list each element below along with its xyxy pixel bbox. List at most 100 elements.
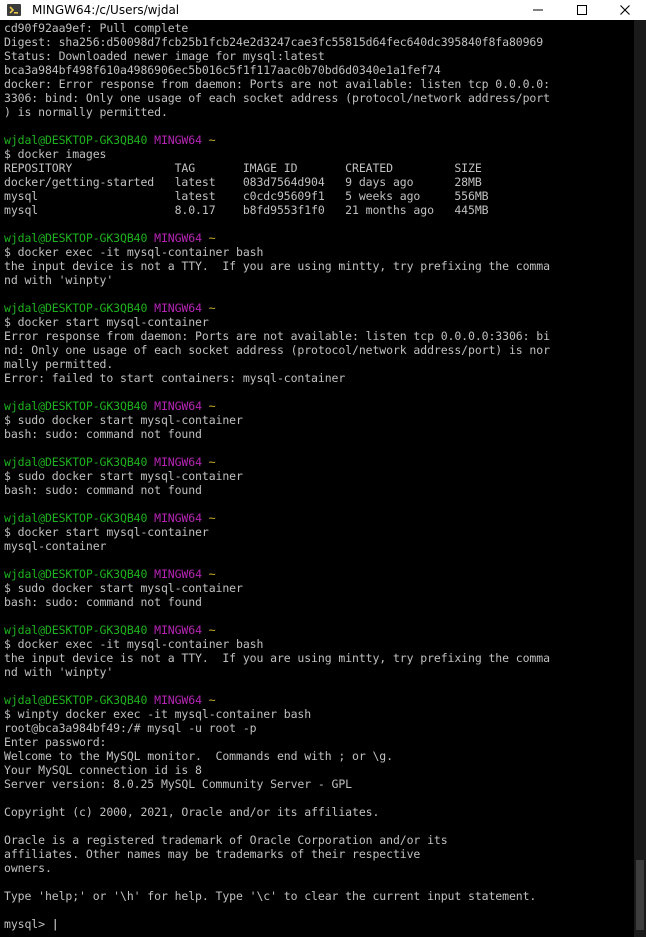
prompt-system: MINGW64 — [154, 301, 202, 315]
output-line: nd: Only one usage of each socket addres… — [4, 343, 550, 357]
prompt-user-host: wjdal@DESKTOP-GK3QB40 — [4, 511, 148, 525]
prompt-path: ~ — [208, 133, 216, 147]
output-line: root@bca3a984bf49:/# mysql -u root -p — [4, 721, 257, 735]
title-bar[interactable]: MINGW64:/c/Users/wjdal — [0, 0, 646, 20]
output-line: $ sudo docker start mysql-container — [4, 581, 243, 595]
maximize-button[interactable] — [560, 0, 604, 20]
prompt-system: MINGW64 — [154, 623, 202, 637]
output-line: the input device is not a TTY. If you ar… — [4, 651, 550, 665]
prompt-line: wjdal@DESKTOP-GK3QB40 MINGW64 ~ — [4, 231, 634, 245]
mysql-prompt: mysql> — [4, 917, 52, 931]
output-line: Server version: 8.0.25 MySQL Community S… — [4, 777, 353, 791]
minimize-icon — [533, 9, 543, 11]
prompt-line: wjdal@DESKTOP-GK3QB40 MINGW64 ~ — [4, 301, 634, 315]
output-line: bash: sudo: command not found — [4, 483, 202, 497]
prompt-line: wjdal@DESKTOP-GK3QB40 MINGW64 ~ — [4, 133, 634, 147]
output-line: Type 'help;' or '\h' for help. Type '\c'… — [4, 889, 537, 903]
prompt-system: MINGW64 — [154, 231, 202, 245]
maximize-icon — [577, 5, 587, 15]
prompt-user-host: wjdal@DESKTOP-GK3QB40 — [4, 693, 148, 707]
output-line: bash: sudo: command not found — [4, 595, 202, 609]
output-line: affiliates. Other names may be trademark… — [4, 847, 421, 861]
prompt-user-host: wjdal@DESKTOP-GK3QB40 — [4, 301, 148, 315]
prompt-path: ~ — [208, 455, 216, 469]
output-line: docker/getting-started latest 083d7564d9… — [4, 175, 482, 189]
output-line: docker: Error response from daemon: Port… — [4, 77, 550, 91]
output-line: owners. — [4, 861, 52, 875]
output-line: $ docker images — [4, 147, 107, 161]
output-line: Digest: sha256:d50098d7fcb25b1fcb24e2d32… — [4, 35, 544, 49]
output-line: mysql latest c0cdc95609f1 5 weeks ago 55… — [4, 189, 489, 203]
output-line: nd with 'winpty' — [4, 273, 114, 287]
output-line: the input device is not a TTY. If you ar… — [4, 259, 550, 273]
text-cursor: | — [51, 917, 59, 931]
close-icon — [620, 5, 630, 15]
prompt-path: ~ — [208, 693, 216, 707]
prompt-system: MINGW64 — [154, 399, 202, 413]
prompt-system: MINGW64 — [154, 133, 202, 147]
output-line: cd90f92aa9ef: Pull complete — [4, 21, 189, 35]
prompt-line: wjdal@DESKTOP-GK3QB40 MINGW64 ~ — [4, 511, 634, 525]
output-line: mysql-container — [4, 539, 107, 553]
output-line: $ sudo docker start mysql-container — [4, 413, 243, 427]
prompt-path: ~ — [208, 399, 216, 413]
output-line: Enter password: — [4, 735, 107, 749]
prompt-system: MINGW64 — [154, 567, 202, 581]
terminal-lines: cd90f92aa9ef: Pull complete Digest: sha25… — [4, 21, 634, 931]
output-line: $ docker exec -it mysql-container bash — [4, 245, 264, 259]
output-line: Copyright (c) 2000, 2021, Oracle and/or … — [4, 805, 380, 819]
prompt-user-host: wjdal@DESKTOP-GK3QB40 — [4, 623, 148, 637]
prompt-line: wjdal@DESKTOP-GK3QB40 MINGW64 ~ — [4, 623, 634, 637]
scrollbar-thumb[interactable] — [636, 860, 644, 930]
output-line: mally permitted. — [4, 357, 114, 371]
output-line: $ docker exec -it mysql-container bash — [4, 637, 264, 651]
prompt-path: ~ — [208, 567, 216, 581]
prompt-path: ~ — [208, 623, 216, 637]
terminal-output[interactable]: cd90f92aa9ef: Pull complete Digest: sha25… — [0, 20, 634, 937]
output-line: $ docker start mysql-container — [4, 525, 209, 539]
prompt-path: ~ — [208, 511, 216, 525]
prompt-line: wjdal@DESKTOP-GK3QB40 MINGW64 ~ — [4, 455, 634, 469]
close-button[interactable] — [604, 0, 646, 20]
prompt-system: MINGW64 — [154, 455, 202, 469]
prompt-system: MINGW64 — [154, 511, 202, 525]
output-line: $ winpty docker exec -it mysql-container… — [4, 707, 312, 721]
output-line: Error response from daemon: Ports are no… — [4, 329, 550, 343]
output-line: Status: Downloaded newer image for mysql… — [4, 49, 325, 63]
window-title: MINGW64:/c/Users/wjdal — [32, 3, 180, 17]
output-line: $ sudo docker start mysql-container — [4, 469, 243, 483]
prompt-line: wjdal@DESKTOP-GK3QB40 MINGW64 ~ — [4, 567, 634, 581]
output-line: $ docker start mysql-container — [4, 315, 209, 329]
output-line: ) is normally permitted. — [4, 105, 168, 119]
prompt-system: MINGW64 — [154, 693, 202, 707]
mysql-input-line[interactable]: mysql> | — [4, 917, 634, 931]
output-line: Your MySQL connection id is 8 — [4, 763, 202, 777]
prompt-path: ~ — [208, 301, 216, 315]
prompt-line: wjdal@DESKTOP-GK3QB40 MINGW64 ~ — [4, 399, 634, 413]
output-line: bca3a984bf498f610a4986906ec5b016c5f1f117… — [4, 63, 441, 77]
output-line: nd with 'winpty' — [4, 665, 114, 679]
output-line: 3306: bind: Only one usage of each socke… — [4, 91, 550, 105]
output-line: Oracle is a registered trademark of Orac… — [4, 833, 448, 847]
prompt-user-host: wjdal@DESKTOP-GK3QB40 — [4, 455, 148, 469]
minimize-button[interactable] — [516, 0, 560, 20]
prompt-user-host: wjdal@DESKTOP-GK3QB40 — [4, 399, 148, 413]
output-line: Error: failed to start containers: mysql… — [4, 371, 346, 385]
output-line: bash: sudo: command not found — [4, 427, 202, 441]
output-line: Welcome to the MySQL monitor. Commands e… — [4, 749, 393, 763]
vertical-scrollbar[interactable] — [634, 20, 646, 937]
output-line: mysql 8.0.17 b8fd9553f1f0 21 months ago … — [4, 203, 489, 217]
prompt-path: ~ — [208, 231, 216, 245]
prompt-line: wjdal@DESKTOP-GK3QB40 MINGW64 ~ — [4, 693, 634, 707]
